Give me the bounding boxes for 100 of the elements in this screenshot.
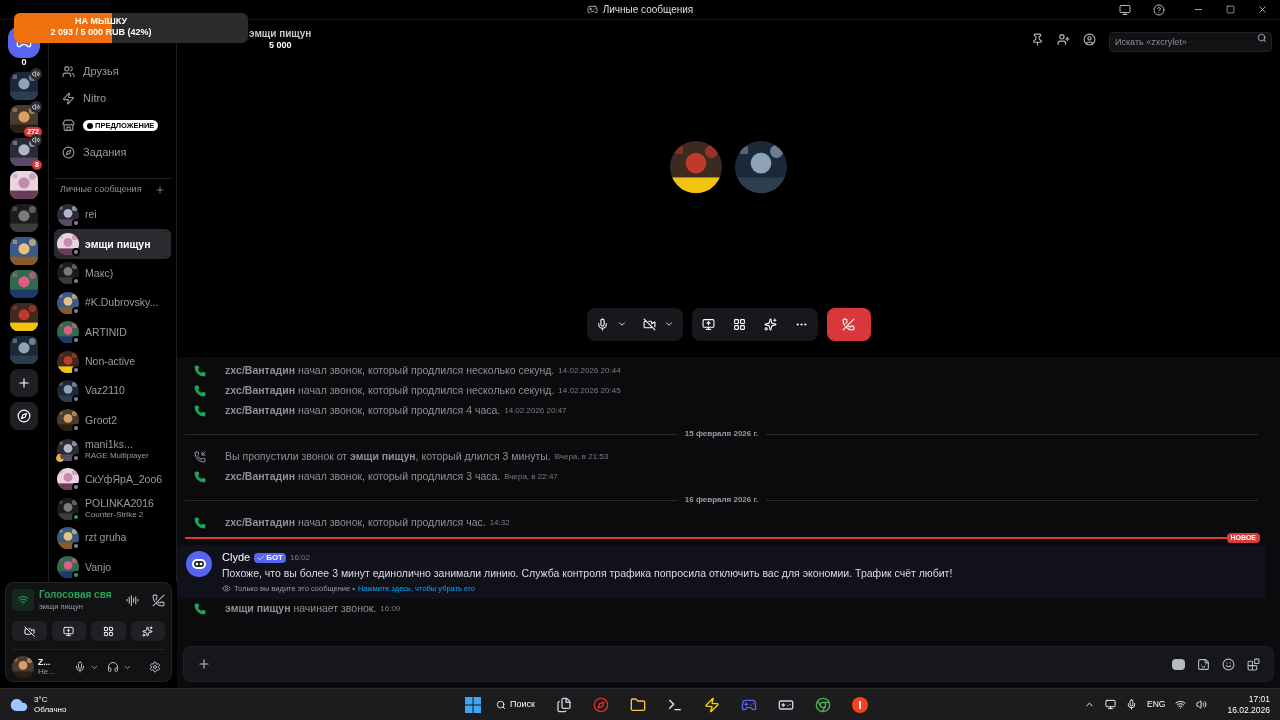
folder-icon[interactable] xyxy=(629,696,646,713)
gif-icon[interactable] xyxy=(1172,658,1185,670)
nav-item[interactable]: Задания xyxy=(54,139,171,166)
nav-icon xyxy=(62,119,75,132)
close-icon[interactable] xyxy=(1257,4,1268,15)
plus-icon xyxy=(17,376,31,390)
headphones-icon[interactable] xyxy=(107,661,119,673)
caret-icon[interactable] xyxy=(663,319,674,329)
phone-off-icon xyxy=(842,317,855,331)
screen-share-button[interactable] xyxy=(51,621,86,641)
server-icon[interactable] xyxy=(10,336,38,364)
start-icon[interactable] xyxy=(465,696,481,713)
camera-off-icon[interactable] xyxy=(642,317,656,331)
dm-item[interactable]: #K.Dubrovsky... xyxy=(54,288,171,318)
hang-up-button[interactable] xyxy=(826,307,871,341)
date-divider: 16 февраля 2026 г. xyxy=(684,494,759,506)
microphone-icon[interactable] xyxy=(595,317,609,331)
nav-item[interactable]: Друзья xyxy=(54,58,171,85)
file-manager-icon[interactable] xyxy=(555,696,572,713)
dm-item[interactable]: Vanjo xyxy=(54,552,171,582)
message-text: Похоже, что вы более 3 минут единолично занимали линию. Служба контроля трафика попросила отключить вас для экономии. Трафик счёт любит! xyxy=(222,566,953,580)
sparkle-icon xyxy=(142,625,154,637)
add-dm-icon[interactable] xyxy=(155,184,165,195)
screen-share-icon[interactable] xyxy=(701,317,715,331)
server-icon[interactable] xyxy=(10,270,38,298)
timestamp: 14.02.2026 20:44 xyxy=(558,365,621,377)
nav-item[interactable]: Nitro xyxy=(54,85,171,112)
settings-icon[interactable] xyxy=(149,661,161,673)
mic-icon[interactable] xyxy=(74,661,86,673)
voice-status: Голосовая свя xyxy=(39,589,113,602)
dm-item[interactable]: rzt gruha xyxy=(54,523,171,553)
profile-icon[interactable] xyxy=(1083,33,1096,46)
phone-icon xyxy=(194,405,206,417)
username: эмщи пищун xyxy=(85,237,151,251)
server-icon[interactable] xyxy=(10,303,38,331)
timestamp: 14.02.2026 20:47 xyxy=(504,405,567,417)
soundboard-button[interactable] xyxy=(130,621,165,641)
dm-item[interactable]: POLINKA2016 Counter-Strike 2 xyxy=(54,493,171,524)
browser-icon[interactable] xyxy=(592,696,609,713)
activities-button[interactable] xyxy=(91,621,126,641)
call-title: эмщи пищун xyxy=(249,27,312,41)
date-divider: 15 февраля 2026 г. xyxy=(684,428,759,440)
activities-icon[interactable] xyxy=(732,317,746,331)
maximize-icon[interactable] xyxy=(1226,5,1235,14)
mic-tray-icon[interactable] xyxy=(1126,699,1138,710)
app-icon[interactable] xyxy=(851,696,868,713)
soundboard-icon[interactable] xyxy=(763,317,777,331)
dm-item[interactable]: ARTINID xyxy=(54,317,171,347)
user-status: Не... xyxy=(38,667,56,678)
noise-icon[interactable] xyxy=(126,593,139,607)
help-icon[interactable] xyxy=(1153,3,1165,16)
language-indicator[interactable]: ENG xyxy=(1147,698,1166,711)
bot-avatar-icon xyxy=(186,551,212,577)
lightning-icon[interactable] xyxy=(703,696,720,713)
search-icon xyxy=(1257,32,1267,43)
volume-icon[interactable] xyxy=(1196,699,1208,710)
activity-text: Counter-Strike 2 xyxy=(85,510,145,521)
dm-item[interactable]: Non-active xyxy=(54,346,171,377)
missed-call-icon xyxy=(194,451,206,463)
message-input[interactable] xyxy=(183,646,1274,682)
timestamp: 14:32 xyxy=(489,517,510,529)
username: Non-active xyxy=(85,355,136,369)
phone-icon xyxy=(194,517,206,529)
server-icon[interactable] xyxy=(10,237,38,265)
discover-button[interactable] xyxy=(10,402,38,430)
call-message: Вы пропустили звонок от эмщи пищун, который длился 3 минуты. xyxy=(225,449,551,465)
network-icon[interactable] xyxy=(1175,699,1187,710)
grid-icon xyxy=(102,625,114,637)
dm-item[interactable]: СкУфЯрА_2оо6 xyxy=(54,464,171,494)
pin-icon[interactable] xyxy=(1031,33,1044,46)
caret-icon[interactable] xyxy=(616,319,627,329)
timestamp: Вчера, в 22:47 xyxy=(504,471,558,483)
timestamp: 16:02 xyxy=(290,552,310,563)
username: Z... xyxy=(38,656,52,668)
apps-icon[interactable] xyxy=(1247,657,1260,671)
dm-item[interactable]: Vaz2110 xyxy=(54,376,171,406)
server-icon[interactable] xyxy=(10,171,38,199)
taskbar-search[interactable]: Поиск xyxy=(490,693,541,716)
add-server-button[interactable] xyxy=(10,369,38,397)
sticker-icon[interactable] xyxy=(1197,657,1210,671)
timestamp: 14.02.2026 20:45 xyxy=(558,385,621,397)
tray-icon[interactable] xyxy=(1105,699,1117,710)
dm-item[interactable]: Groot2 xyxy=(54,405,171,436)
camera-button[interactable] xyxy=(12,621,47,641)
dm-item[interactable]: эмщи пищун xyxy=(54,229,171,259)
dm-item[interactable]: Макс) xyxy=(54,258,171,289)
dm-item[interactable]: rei xyxy=(54,200,171,230)
username: СкУфЯрА_2оо6 xyxy=(85,472,163,486)
unread-count: 0 xyxy=(21,58,27,67)
nav-icon xyxy=(62,92,75,105)
add-friend-icon[interactable] xyxy=(1057,33,1070,46)
dm-item[interactable]: mani1ks... RAGE Multiplayer xyxy=(54,435,171,465)
web-browser-icon[interactable] xyxy=(814,696,831,713)
search-field[interactable]: Искать «zxcrylet» xyxy=(1109,31,1272,52)
inbox-icon[interactable] xyxy=(1119,3,1131,16)
attach-icon[interactable] xyxy=(197,657,211,671)
disconnect-icon[interactable] xyxy=(152,593,165,607)
nav-icon xyxy=(62,146,75,159)
bot-tag: БОТ xyxy=(254,552,286,563)
emoji-icon[interactable] xyxy=(1222,657,1235,671)
